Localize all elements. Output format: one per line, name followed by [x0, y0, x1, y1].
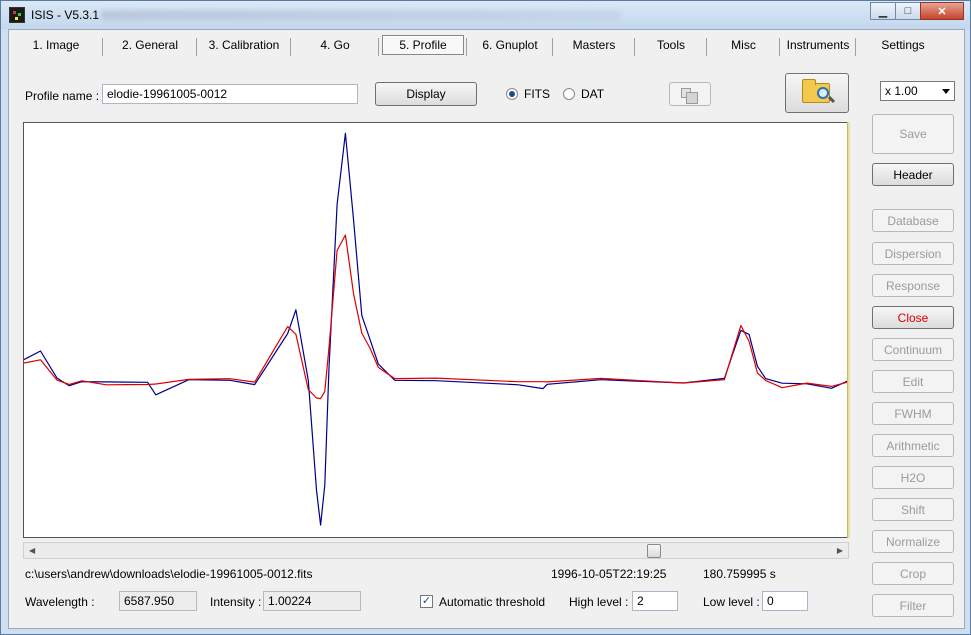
tab-label: 6. Gnuplot — [482, 38, 538, 52]
fits-label: FITS — [524, 87, 550, 101]
chevron-down-icon — [942, 89, 950, 94]
display-button[interactable]: Display — [375, 82, 477, 106]
title-bar[interactable]: ISIS - V5.3.1 ▁ □ ✕ — [1, 1, 970, 29]
tab-image[interactable]: 1. Image — [9, 30, 103, 60]
window-controls: ▁ □ ✕ — [870, 2, 964, 20]
exposure-time-text: 180.759995 s — [703, 567, 776, 581]
response-button[interactable]: Response — [872, 274, 954, 297]
crop-button[interactable]: Crop — [872, 562, 954, 585]
tab-instruments[interactable]: Instruments — [780, 30, 856, 60]
spectrum-series-1 — [23, 132, 849, 526]
h2o-button[interactable]: H2O — [872, 466, 954, 489]
file-path-text: c:\users\andrew\downloads\elodie-1996100… — [25, 567, 313, 581]
folder-icon — [802, 79, 830, 103]
scroll-thumb[interactable] — [647, 544, 662, 558]
tab-gnuplot[interactable]: 6. Gnuplot — [467, 30, 553, 60]
tab-label: 1. Image — [32, 38, 80, 52]
spectrum-plot[interactable] — [23, 122, 849, 538]
close-window-button[interactable]: ✕ — [920, 2, 964, 20]
high-level-input[interactable]: 2 — [632, 591, 678, 611]
tab-label: Settings — [881, 38, 925, 52]
copy-button[interactable] — [669, 82, 711, 106]
tab-label: Instruments — [786, 38, 850, 52]
database-button[interactable]: Database — [872, 209, 954, 232]
profile-name-label: Profile name : — [25, 89, 100, 103]
tab-tools[interactable]: Tools — [635, 30, 707, 60]
automatic-threshold-label: Automatic threshold — [439, 595, 546, 609]
tab-label: 3. Calibration — [208, 38, 280, 52]
scroll-left-arrow-icon[interactable]: ◀ — [29, 546, 35, 555]
tab-label: 2. General — [121, 38, 179, 52]
scroll-right-arrow-icon[interactable]: ▶ — [837, 546, 843, 555]
tab-masters[interactable]: Masters — [553, 30, 635, 60]
horizontal-scrollbar[interactable]: ◀ ▶ — [23, 542, 849, 559]
intensity-value: 1.00224 — [263, 591, 361, 611]
tab-calibration[interactable]: 3. Calibration — [197, 30, 291, 60]
tab-label: Misc — [731, 38, 756, 52]
zoom-select[interactable]: x 1.00 — [880, 81, 955, 101]
tab-bar: 1. Image 2. General 3. Calibration 4. Go… — [9, 30, 964, 60]
blurred-url-text — [101, 10, 621, 20]
tab-label: 5. Profile — [382, 35, 464, 55]
dat-label: DAT — [581, 87, 605, 101]
tab-misc[interactable]: Misc — [707, 30, 780, 60]
fwhm-button[interactable]: FWHM — [872, 402, 954, 425]
client-area: 1. Image 2. General 3. Calibration 4. Go… — [8, 29, 965, 629]
plot-edge-marker — [847, 122, 850, 538]
copy-icon — [681, 88, 698, 104]
tab-label: Masters — [572, 38, 616, 52]
normalize-button[interactable]: Normalize — [872, 530, 954, 553]
close-button[interactable]: Close — [872, 306, 954, 329]
isis-app-icon — [9, 7, 25, 23]
tab-go[interactable]: 4. Go — [291, 30, 379, 60]
tab-general[interactable]: 2. General — [103, 30, 197, 60]
edit-button[interactable]: Edit — [872, 370, 954, 393]
header-button[interactable]: Header — [872, 163, 954, 186]
observation-date-text: 1996-10-05T22:19:25 — [551, 567, 667, 581]
zoom-value: x 1.00 — [885, 84, 918, 98]
high-level-label: High level : — [569, 595, 629, 609]
save-button[interactable]: Save — [872, 114, 954, 154]
shift-button[interactable]: Shift — [872, 498, 954, 521]
low-level-label: Low level : — [703, 595, 760, 609]
arithmetic-button[interactable]: Arithmetic — [872, 434, 954, 457]
open-file-button[interactable] — [785, 73, 849, 113]
filter-button[interactable]: Filter — [872, 594, 954, 617]
intensity-label: Intensity : — [210, 595, 262, 609]
magnifier-icon — [817, 87, 829, 99]
wavelength-label: Wavelength : — [25, 595, 95, 609]
dispersion-button[interactable]: Dispersion — [872, 242, 954, 265]
dat-radio[interactable] — [563, 88, 575, 100]
app-window: ISIS - V5.3.1 ▁ □ ✕ 1. Image 2. General … — [0, 0, 971, 635]
low-level-input[interactable]: 0 — [762, 591, 808, 611]
maximize-button[interactable]: □ — [895, 2, 921, 20]
tab-profile[interactable]: 5. Profile — [379, 30, 467, 60]
window-title: ISIS - V5.3.1 — [31, 8, 100, 22]
profile-name-input[interactable]: elodie-19961005-0012 — [102, 84, 358, 104]
tab-label: Tools — [656, 38, 685, 52]
minimize-button[interactable]: ▁ — [870, 2, 896, 20]
spectrum-series-2 — [23, 234, 849, 400]
fits-radio[interactable] — [506, 88, 518, 100]
tab-label: 4. Go — [320, 38, 350, 52]
tab-settings[interactable]: Settings — [856, 30, 950, 60]
wavelength-value: 6587.950 — [119, 591, 197, 611]
automatic-threshold-checkbox[interactable]: ✓ — [420, 595, 433, 608]
continuum-button[interactable]: Continuum — [872, 338, 954, 361]
spectrum-chart — [23, 132, 849, 526]
